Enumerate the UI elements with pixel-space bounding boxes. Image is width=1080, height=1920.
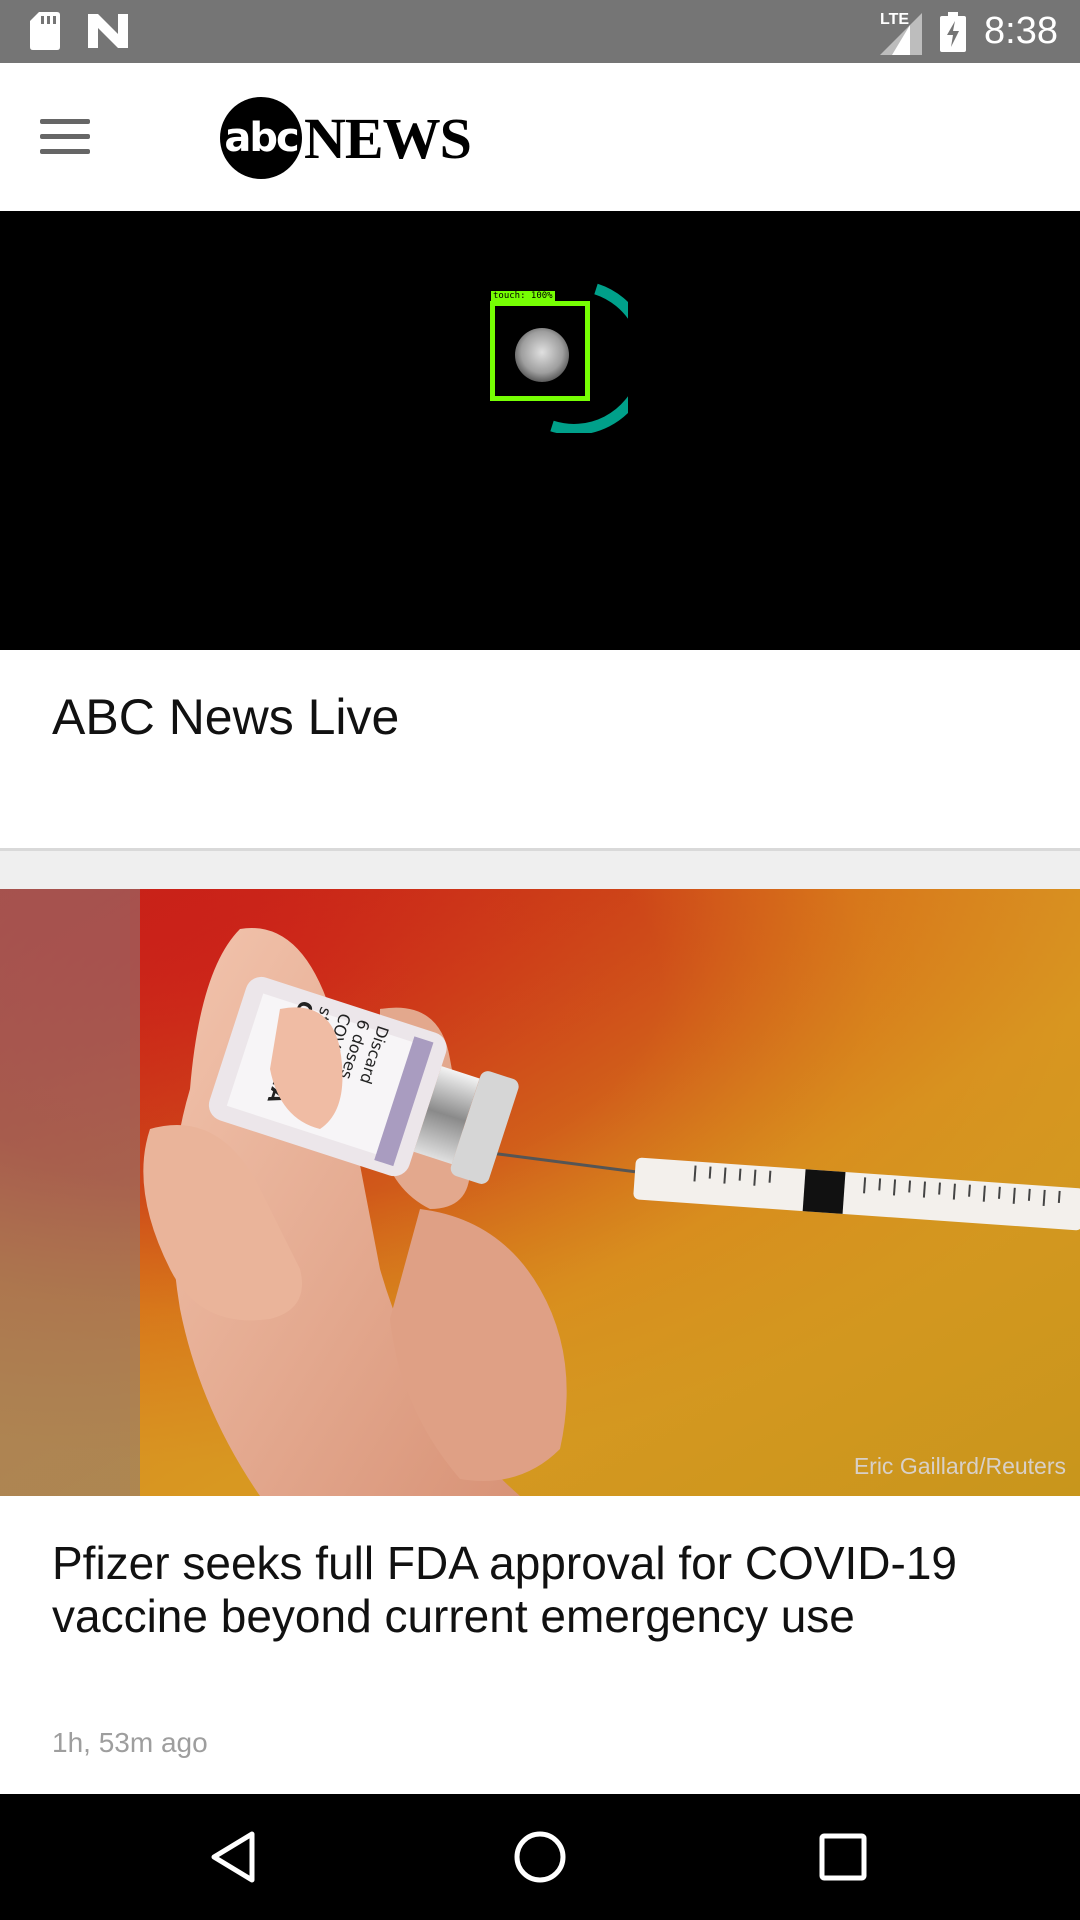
status-bar: LTE 8:38 [0,0,1080,63]
touch-point-icon [515,328,569,382]
battery-charging-icon [940,11,967,52]
clock: 8:38 [984,10,1058,52]
live-video-player[interactable]: touch: 100% [0,211,1080,650]
sd-card-icon [30,12,60,50]
story-timestamp: 1h, 53m ago [52,1727,208,1758]
hamburger-menu-icon[interactable] [40,107,106,165]
app-bar: abc NEWS [0,63,1080,211]
signal-icon: LTE [880,9,923,55]
photo-credit: Eric Gaillard/Reuters [853,1453,1066,1479]
n-notification-icon [88,14,128,48]
live-stream-title[interactable]: ABC News Live [52,688,399,746]
recents-icon[interactable] [808,1822,878,1892]
home-icon[interactable] [505,1822,575,1892]
touch-indicator-label: touch: 100% [491,291,555,302]
vaccine-photo: COMIRNA sterile conc COVID-19 6 doses Di… [0,889,1080,1496]
logo-abc-circle: abc [220,97,302,179]
abc-news-logo: abc NEWS [220,97,472,179]
back-icon[interactable] [200,1822,270,1892]
system-nav-bar [0,1794,1080,1920]
logo-news-text: NEWS [304,105,472,171]
story-image[interactable]: COMIRNA sterile conc COVID-19 6 doses Di… [0,889,1080,1496]
story-headline[interactable]: Pfizer seeks full FDA approval for COVID… [52,1537,1012,1643]
section-gap [0,851,1080,889]
